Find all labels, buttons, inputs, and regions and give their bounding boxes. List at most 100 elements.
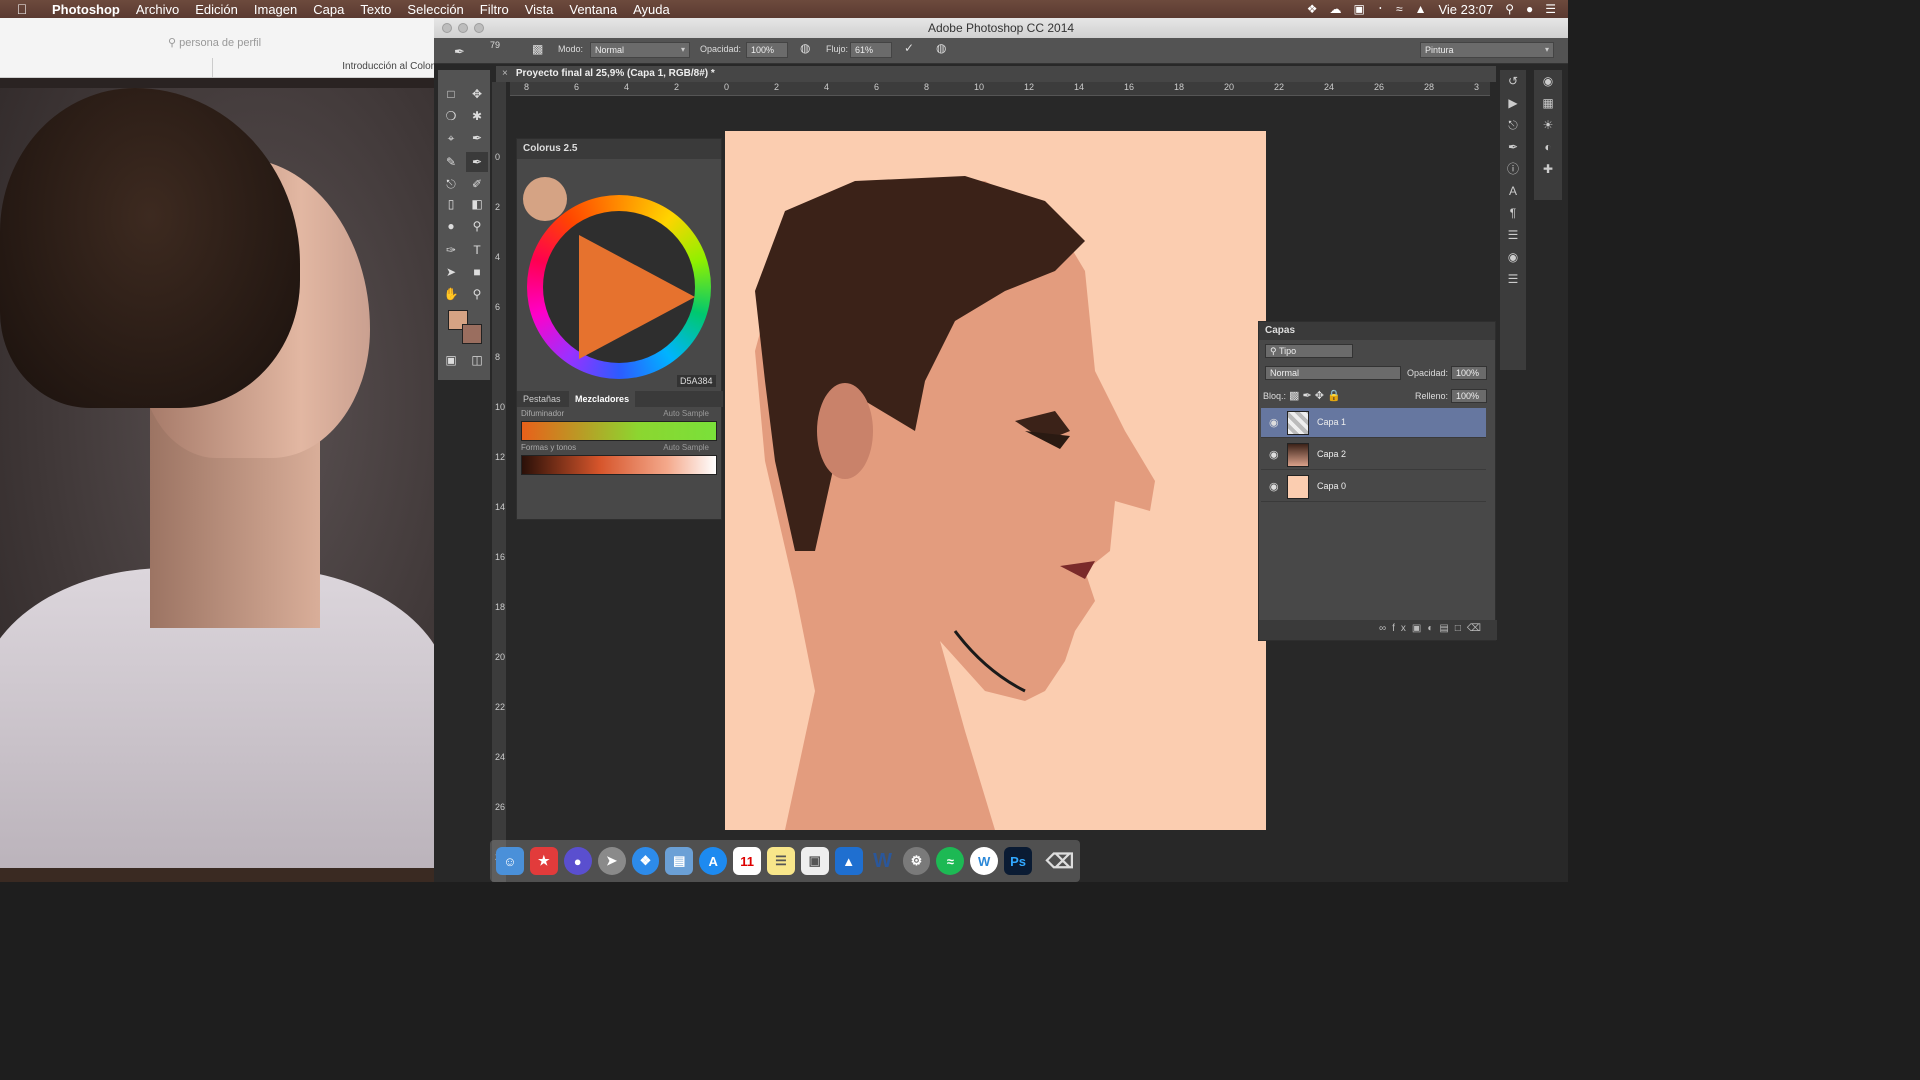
launchpad-icon[interactable]: ➤	[597, 847, 626, 875]
link-icon[interactable]: ∞	[1379, 623, 1392, 634]
magic-wand-icon[interactable]: ✱	[466, 106, 488, 126]
color-triangle[interactable]	[579, 235, 695, 359]
layer-opacity-field[interactable]: 100%	[1451, 366, 1487, 380]
marquee-tool-icon[interactable]: □	[440, 84, 462, 104]
adjustments-icon[interactable]: ☀	[1534, 114, 1562, 136]
brush-tool-icon[interactable]: ✒	[454, 44, 465, 60]
swatches-icon[interactable]: ▦	[1534, 92, 1562, 114]
tab-mezcladores[interactable]: Mezcladores	[569, 391, 636, 407]
eye-icon[interactable]: ◉	[1269, 448, 1279, 461]
actions-icon[interactable]: ▶	[1500, 92, 1526, 114]
mixer1-auto-sample[interactable]: Auto Sample	[663, 409, 709, 418]
clone-source-icon[interactable]: ⎋	[1500, 114, 1526, 136]
mixer2-auto-sample[interactable]: Auto Sample	[663, 443, 709, 452]
preview-icon[interactable]: ▤	[665, 847, 694, 875]
airbrush-icon[interactable]: ✓	[904, 41, 914, 55]
browser-tab[interactable]: Introducción al Color	[212, 58, 434, 78]
menu-filtro[interactable]: Filtro	[472, 2, 517, 17]
pen-tool-icon[interactable]: ✑	[440, 240, 462, 260]
eraser-tool-icon[interactable]: ▯	[440, 194, 462, 214]
bluetooth-icon[interactable]: ᛫	[1377, 2, 1384, 16]
layer-row[interactable]: ◉ Capa 0	[1261, 472, 1486, 502]
properties-icon[interactable]: ☰	[1500, 268, 1526, 290]
lasso-tool-icon[interactable]: ❍	[440, 106, 462, 126]
menu-edicion[interactable]: Edición	[187, 2, 246, 17]
spotify-icon[interactable]: ≈	[936, 847, 965, 875]
layer-filter-select[interactable]: ⚲ Tipo	[1265, 344, 1353, 358]
document-canvas[interactable]	[725, 131, 1266, 830]
zoom-window-button[interactable]	[474, 23, 484, 33]
dropbox-icon[interactable]: ❖	[1307, 2, 1318, 16]
paragraph-icon[interactable]: ¶	[1500, 202, 1526, 224]
menu-ventana[interactable]: Ventana	[561, 2, 625, 17]
fill-field[interactable]: 100%	[1451, 389, 1487, 403]
photoshop-icon[interactable]: Ps	[1004, 847, 1032, 875]
layer-row[interactable]: ◉ Capa 1	[1261, 408, 1486, 438]
tool-presets-icon[interactable]: ✒	[1500, 136, 1526, 158]
wunderlist-icon[interactable]: W	[970, 847, 999, 875]
mode-select[interactable]: Normal ▾	[590, 42, 690, 58]
pressure-opacity-icon[interactable]: ◍	[800, 41, 810, 55]
adjustment-icon[interactable]: ◐	[1427, 623, 1439, 634]
paths-icon[interactable]: ✚	[1534, 158, 1562, 180]
menu-photoshop[interactable]: Photoshop	[44, 2, 128, 17]
quick-mask-icon[interactable]: ▣	[440, 350, 462, 370]
healing-brush-icon[interactable]: ✎	[440, 152, 462, 172]
layers-panel-icon[interactable]: ☰	[1500, 224, 1526, 246]
spotlight-icon[interactable]: ⚲	[1505, 2, 1514, 16]
layer-name[interactable]: Capa 0	[1317, 481, 1346, 491]
zoom-tool-icon[interactable]: ⚲	[466, 284, 488, 304]
notes-icon[interactable]: ☰	[767, 847, 795, 875]
menu-vista[interactable]: Vista	[517, 2, 562, 17]
eyedropper-icon[interactable]: ✒	[466, 128, 488, 148]
horizontal-ruler[interactable]: 8 6 4 2 0 2 4 6 8 10 12 14 16 18 20 22 24 26 28 3	[510, 82, 1490, 96]
close-tab-icon[interactable]: ×	[502, 68, 508, 79]
shape-tool-icon[interactable]: ■	[466, 262, 488, 282]
blur-tool-icon[interactable]: ●	[440, 216, 462, 236]
wifi-icon[interactable]: ≈	[1396, 2, 1403, 16]
hex-value[interactable]: D5A384	[677, 375, 716, 387]
layer-name[interactable]: Capa 2	[1317, 449, 1346, 459]
eye-icon[interactable]: ◉	[1269, 480, 1279, 493]
channels-icon[interactable]: ◉	[1500, 246, 1526, 268]
safari-icon[interactable]: ❖	[631, 847, 660, 875]
mixer1-gradient[interactable]	[521, 421, 717, 441]
color-icon[interactable]: ◉	[1534, 70, 1562, 92]
clock[interactable]: Vie 23:07	[1438, 2, 1493, 17]
character-icon[interactable]: A	[1500, 180, 1526, 202]
screen-mode-icon[interactable]: ◫	[466, 350, 488, 370]
styles-icon[interactable]: ◐	[1534, 136, 1562, 158]
info-icon[interactable]: ⓘ	[1500, 158, 1526, 180]
layer-row[interactable]: ◉ Capa 2	[1261, 440, 1486, 470]
appstore-icon[interactable]: A	[699, 847, 728, 875]
search-field[interactable]: ⚲ persona de perfil	[168, 36, 261, 49]
brush-tool-icon[interactable]: ✒	[466, 152, 488, 172]
cloud-icon[interactable]: ☁	[1329, 2, 1341, 16]
brush-panel-icon[interactable]: ▩	[532, 42, 543, 56]
apple-icon[interactable]: 	[0, 1, 44, 17]
close-window-button[interactable]	[442, 23, 452, 33]
word-icon[interactable]: W	[869, 847, 897, 875]
finder-icon[interactable]: ☺	[496, 847, 524, 875]
system-prefs-icon[interactable]: ⚙	[902, 847, 931, 875]
bookmarks-icon[interactable]: ★	[529, 847, 558, 875]
display-icon[interactable]: ▣	[1353, 2, 1364, 16]
menu-texto[interactable]: Texto	[352, 2, 399, 17]
mask-icon[interactable]: ▣	[1412, 623, 1427, 634]
lock-icons[interactable]: ▩ ✒ ✥ 🔒	[1289, 389, 1341, 402]
siri-menubar-icon[interactable]: ●	[1526, 2, 1533, 16]
notification-center-icon[interactable]: ☰	[1545, 2, 1556, 16]
menu-archivo[interactable]: Archivo	[128, 2, 187, 17]
menu-seleccion[interactable]: Selección	[399, 2, 471, 17]
photos-icon[interactable]: ▣	[800, 847, 829, 875]
new-layer-icon[interactable]: □	[1455, 623, 1467, 634]
document-tab[interactable]: × Proyecto final al 25,9% (Capa 1, RGB/8#…	[496, 66, 1496, 82]
keynote-icon[interactable]: ▲	[834, 847, 863, 875]
siri-icon[interactable]: ●	[563, 847, 592, 875]
trash-icon[interactable]: ⌫	[1046, 847, 1074, 875]
trash-icon[interactable]: ⌫	[1467, 623, 1487, 634]
history-brush-icon[interactable]: ✐	[466, 174, 488, 194]
tab-pestanas[interactable]: Pestañas	[517, 391, 567, 407]
menu-capa[interactable]: Capa	[305, 2, 352, 17]
folder-icon[interactable]: ▤	[1439, 623, 1454, 634]
